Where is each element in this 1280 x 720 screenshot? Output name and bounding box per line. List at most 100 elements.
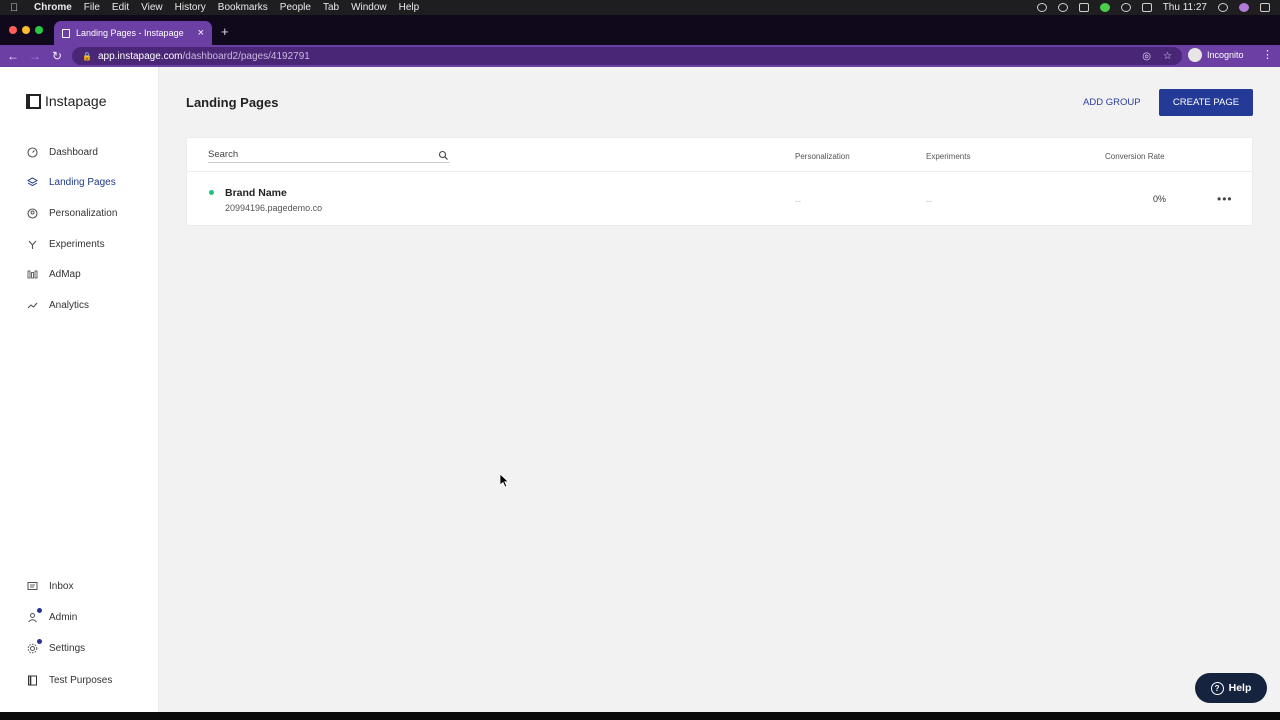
menu-edit[interactable]: Edit	[112, 2, 129, 13]
instapage-logo-icon	[26, 93, 41, 109]
sidebar-item-label: Personalization	[49, 207, 118, 219]
menu-file[interactable]: File	[84, 2, 100, 13]
address-bar[interactable]: 🔒 app.instapage.com /dashboard2/pages/41…	[72, 47, 1182, 65]
menubar-clock[interactable]: Thu 11:27	[1163, 2, 1207, 13]
menu-bookmarks[interactable]: Bookmarks	[218, 2, 268, 13]
table-header: Personalization Experiments Conversion R…	[187, 138, 1254, 172]
sidebar-item-settings[interactable]: Settings	[0, 635, 159, 661]
status-icon[interactable]	[1099, 3, 1110, 12]
window-minimize-button[interactable]	[22, 26, 30, 34]
instapage-logo[interactable]: Instapage	[26, 93, 107, 109]
sidebar-item-label: Admin	[49, 611, 78, 623]
window-close-button[interactable]	[9, 26, 17, 34]
sidebar-item-label: Landing Pages	[49, 176, 116, 188]
sidebar-item-dashboard[interactable]: Dashboard	[0, 139, 159, 165]
admap-bars-icon	[27, 269, 38, 280]
bookmark-star-icon[interactable]: ☆	[1163, 51, 1172, 62]
cell-personalization: --	[795, 196, 801, 206]
search-input[interactable]	[208, 147, 450, 163]
tracking-eye-slash-icon[interactable]: ◎	[1142, 51, 1151, 62]
help-question-icon: ?	[1210, 681, 1224, 695]
menu-help[interactable]: Help	[399, 2, 420, 13]
page-url[interactable]: 20994196.pagedemo.co	[225, 203, 322, 213]
back-arrow-icon[interactable]: ←	[4, 49, 22, 63]
sidebar-item-label: Settings	[49, 642, 86, 654]
page-title: Landing Pages	[186, 95, 279, 110]
display-icon[interactable]	[1078, 3, 1089, 12]
sidebar-item-label: Analytics	[49, 299, 90, 311]
sidebar-item-experiments[interactable]: Experiments	[0, 231, 159, 257]
sidebar-item-label: Dashboard	[49, 146, 98, 158]
help-button[interactable]: ? Help	[1195, 673, 1267, 703]
sidebar: Instapage Dashboard Landing Pages Person…	[0, 67, 159, 712]
page-content: Instapage Dashboard Landing Pages Person…	[0, 67, 1280, 712]
page-name[interactable]: Brand Name	[225, 187, 287, 199]
forward-arrow-icon[interactable]: →	[26, 49, 44, 63]
column-header-personalization[interactable]: Personalization	[795, 152, 850, 161]
search-icon[interactable]	[438, 148, 449, 160]
menu-history[interactable]: History	[175, 2, 206, 13]
column-header-experiments[interactable]: Experiments	[926, 152, 970, 161]
browser-menu-kebab-icon[interactable]: ⋮	[1262, 48, 1273, 61]
column-header-conversion-rate[interactable]: Conversion Rate	[1105, 152, 1165, 161]
notification-center-icon[interactable]	[1260, 3, 1270, 12]
menu-app-name[interactable]: Chrome	[34, 2, 72, 13]
person-circle-icon	[27, 207, 38, 219]
menu-view[interactable]: View	[141, 2, 163, 13]
browser-tabstrip: Landing Pages - Instapage × +	[0, 15, 1280, 45]
tab-close-icon[interactable]: ×	[198, 27, 204, 39]
menu-window[interactable]: Window	[351, 2, 387, 13]
spotlight-search-icon[interactable]	[1218, 3, 1228, 12]
menu-people[interactable]: People	[280, 2, 311, 13]
dashboard-gauge-icon	[27, 146, 38, 158]
apple-icon[interactable]: 	[10, 2, 24, 14]
admin-notification-dot	[37, 608, 42, 613]
incognito-label: Incognito	[1207, 50, 1244, 60]
url-path: /dashboard2/pages/4192791	[182, 50, 310, 62]
tab-title: Landing Pages - Instapage	[76, 28, 184, 38]
sidebar-item-analytics[interactable]: Analytics	[0, 292, 159, 318]
admin-user-icon	[27, 612, 38, 623]
wifi-icon[interactable]	[1120, 3, 1131, 12]
incognito-icon	[1188, 48, 1202, 62]
more-options-icon[interactable]: •••	[1217, 192, 1233, 206]
sidebar-item-label: Experiments	[49, 238, 105, 250]
sidebar-item-admin[interactable]: Admin	[0, 604, 159, 630]
create-page-button[interactable]: CREATE PAGE	[1159, 89, 1253, 116]
sidebar-item-landing-pages[interactable]: Landing Pages	[0, 169, 159, 195]
layers-icon	[27, 176, 38, 188]
help-label: Help	[1228, 682, 1252, 694]
screen-bottom-edge	[0, 712, 1280, 720]
browser-toolbar: ← → ↻ 🔒 app.instapage.com /dashboard2/pa…	[0, 45, 1280, 67]
branch-split-icon	[27, 239, 38, 250]
sidebar-item-admap[interactable]: AdMap	[0, 261, 159, 287]
lock-icon[interactable]: 🔒	[82, 52, 92, 61]
trend-line-icon	[27, 300, 38, 311]
settings-notification-dot	[37, 639, 42, 644]
cell-experiments: --	[926, 196, 932, 206]
user-avatar-icon[interactable]	[1239, 3, 1249, 12]
gear-icon	[27, 643, 38, 654]
microphone-icon[interactable]	[1036, 3, 1047, 12]
sidebar-item-label: Inbox	[49, 580, 74, 592]
battery-icon[interactable]	[1141, 3, 1152, 12]
omnibox-actions: ◎ ☆	[1142, 51, 1172, 62]
sidebar-item-personalization[interactable]: Personalization	[0, 200, 159, 226]
status-published-dot	[209, 190, 214, 195]
tab-favicon-icon	[62, 28, 70, 38]
table-row[interactable]: Brand Name 20994196.pagedemo.co -- -- 0%…	[187, 173, 1254, 226]
add-group-button[interactable]: ADD GROUP	[1083, 97, 1141, 108]
logo-text: Instapage	[45, 93, 107, 109]
browser-tab-active[interactable]: Landing Pages - Instapage ×	[54, 21, 212, 45]
sidebar-item-inbox[interactable]: Inbox	[0, 573, 159, 599]
workspace-icon	[27, 675, 38, 686]
menu-tab[interactable]: Tab	[323, 2, 339, 13]
reload-icon[interactable]: ↻	[48, 49, 66, 63]
window-zoom-button[interactable]	[35, 26, 43, 34]
macos-menubar:  Chrome File Edit View History Bookmark…	[0, 0, 1280, 15]
cell-conversion-rate: 0%	[1153, 194, 1167, 204]
sync-icon[interactable]	[1057, 3, 1068, 12]
incognito-profile-button[interactable]: Incognito	[1188, 48, 1244, 62]
sidebar-item-test-purposes[interactable]: Test Purposes	[0, 667, 159, 693]
new-tab-plus-icon[interactable]: +	[221, 24, 229, 39]
